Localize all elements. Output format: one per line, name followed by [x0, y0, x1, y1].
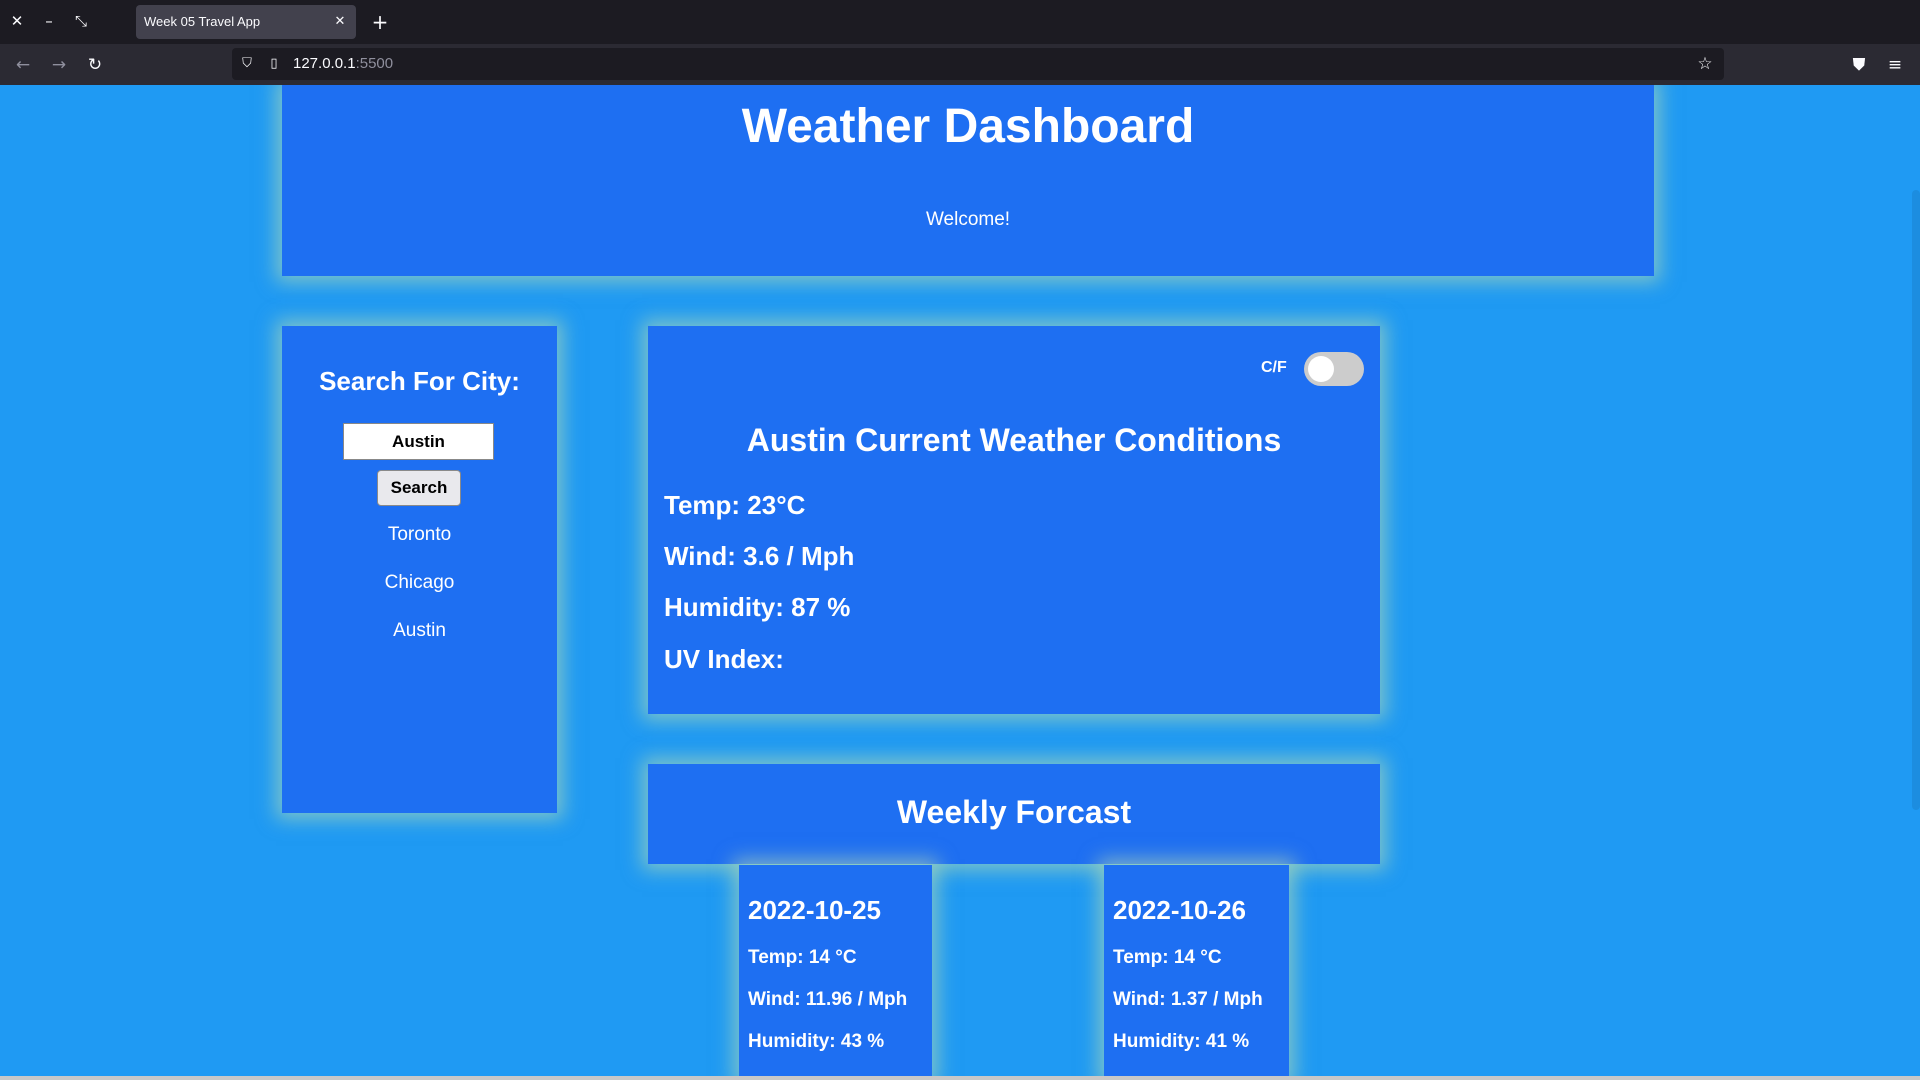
current-humidity: Humidity: 87 %	[664, 592, 851, 622]
city-search-input[interactable]	[343, 423, 494, 460]
tab-close-icon[interactable]: ✕	[330, 12, 350, 32]
unit-toggle-label: C/F	[1261, 359, 1287, 376]
history-item-chicago[interactable]: Chicago	[282, 572, 557, 594]
page-title: Weather Dashboard	[741, 100, 1195, 153]
welcome-text: Welcome!	[925, 209, 1011, 230]
vertical-scrollbar[interactable]	[1912, 190, 1920, 810]
browser-nav-bar: ← → ↻ ⛉ ▯ 127.0.0.1:5500 ☆ ⛊ ≡	[0, 44, 1920, 85]
weekly-forecast-title: Weekly Forcast	[896, 794, 1132, 830]
plus-icon[interactable]: +	[368, 10, 392, 34]
search-button[interactable]: Search	[377, 470, 461, 506]
horizontal-scrollbar[interactable]	[0, 1076, 1920, 1080]
browser-tab-bar: ✕ – ⤡ Week 05 Travel App ✕ +	[0, 0, 1920, 44]
forecast-wind: Wind: 11.96 / Mph	[748, 989, 908, 1010]
current-weather-title: Austin Current Weather Conditions	[746, 422, 1282, 458]
forecast-date: 2022-10-26	[1113, 895, 1246, 925]
history-item-toronto[interactable]: Toronto	[282, 524, 557, 546]
url-port: :5500	[355, 55, 394, 72]
unit-toggle-switch[interactable]	[1304, 352, 1364, 386]
url-host: 127.0.0.1	[293, 55, 356, 72]
current-temp: Temp: 23°C	[664, 490, 806, 520]
back-arrow-icon[interactable]: ←	[10, 52, 36, 78]
current-wind: Wind: 3.6 / Mph	[664, 541, 855, 571]
restore-icon[interactable]: ⤡	[70, 10, 92, 32]
forward-arrow-icon[interactable]: →	[46, 52, 72, 78]
forecast-day-card: 2022-10-26 Temp: 14 °C Wind: 1.37 / Mph …	[1104, 865, 1289, 1080]
toggle-knob	[1308, 356, 1334, 382]
page-header: Weather Dashboard Welcome!	[282, 85, 1654, 276]
hamburger-menu-icon[interactable]: ≡	[1882, 52, 1908, 78]
page-icon: ▯	[270, 56, 278, 71]
close-icon[interactable]: ✕	[6, 10, 28, 32]
forecast-day-card: 2022-10-25 Temp: 14 °C Wind: 11.96 / Mph…	[739, 865, 932, 1080]
search-panel: Search For City: Search Toronto Chicago …	[282, 326, 557, 813]
reload-icon[interactable]: ↻	[82, 52, 108, 78]
history-item-austin[interactable]: Austin	[282, 620, 557, 642]
browser-tab[interactable]: Week 05 Travel App ✕	[136, 5, 356, 39]
forecast-wind: Wind: 1.37 / Mph	[1113, 989, 1263, 1010]
forecast-humidity: Humidity: 41 %	[1113, 1031, 1250, 1052]
shield-icon[interactable]: ⛉	[237, 54, 257, 74]
current-uv-index: UV Index:	[664, 644, 784, 674]
forecast-temp: Temp: 14 °C	[1113, 947, 1222, 968]
forecast-humidity: Humidity: 43 %	[748, 1031, 885, 1052]
page-viewport: Weather Dashboard Welcome! Search For Ci…	[0, 85, 1920, 1080]
minimize-icon[interactable]: –	[38, 10, 60, 32]
forecast-date: 2022-10-25	[748, 895, 881, 925]
tab-title: Week 05 Travel App	[144, 14, 261, 29]
star-icon[interactable]: ☆	[1694, 53, 1716, 75]
search-heading: Search For City:	[319, 366, 520, 396]
current-weather-panel: C/F Austin Current Weather Conditions Te…	[648, 326, 1380, 714]
url-text[interactable]: 127.0.0.1:5500	[293, 48, 393, 80]
url-bar[interactable]: ⛉ ▯ 127.0.0.1:5500 ☆	[232, 48, 1724, 80]
pocket-icon[interactable]: ⛊	[1846, 52, 1872, 78]
weekly-forecast-header: Weekly Forcast	[648, 764, 1380, 864]
forecast-temp: Temp: 14 °C	[748, 947, 857, 968]
